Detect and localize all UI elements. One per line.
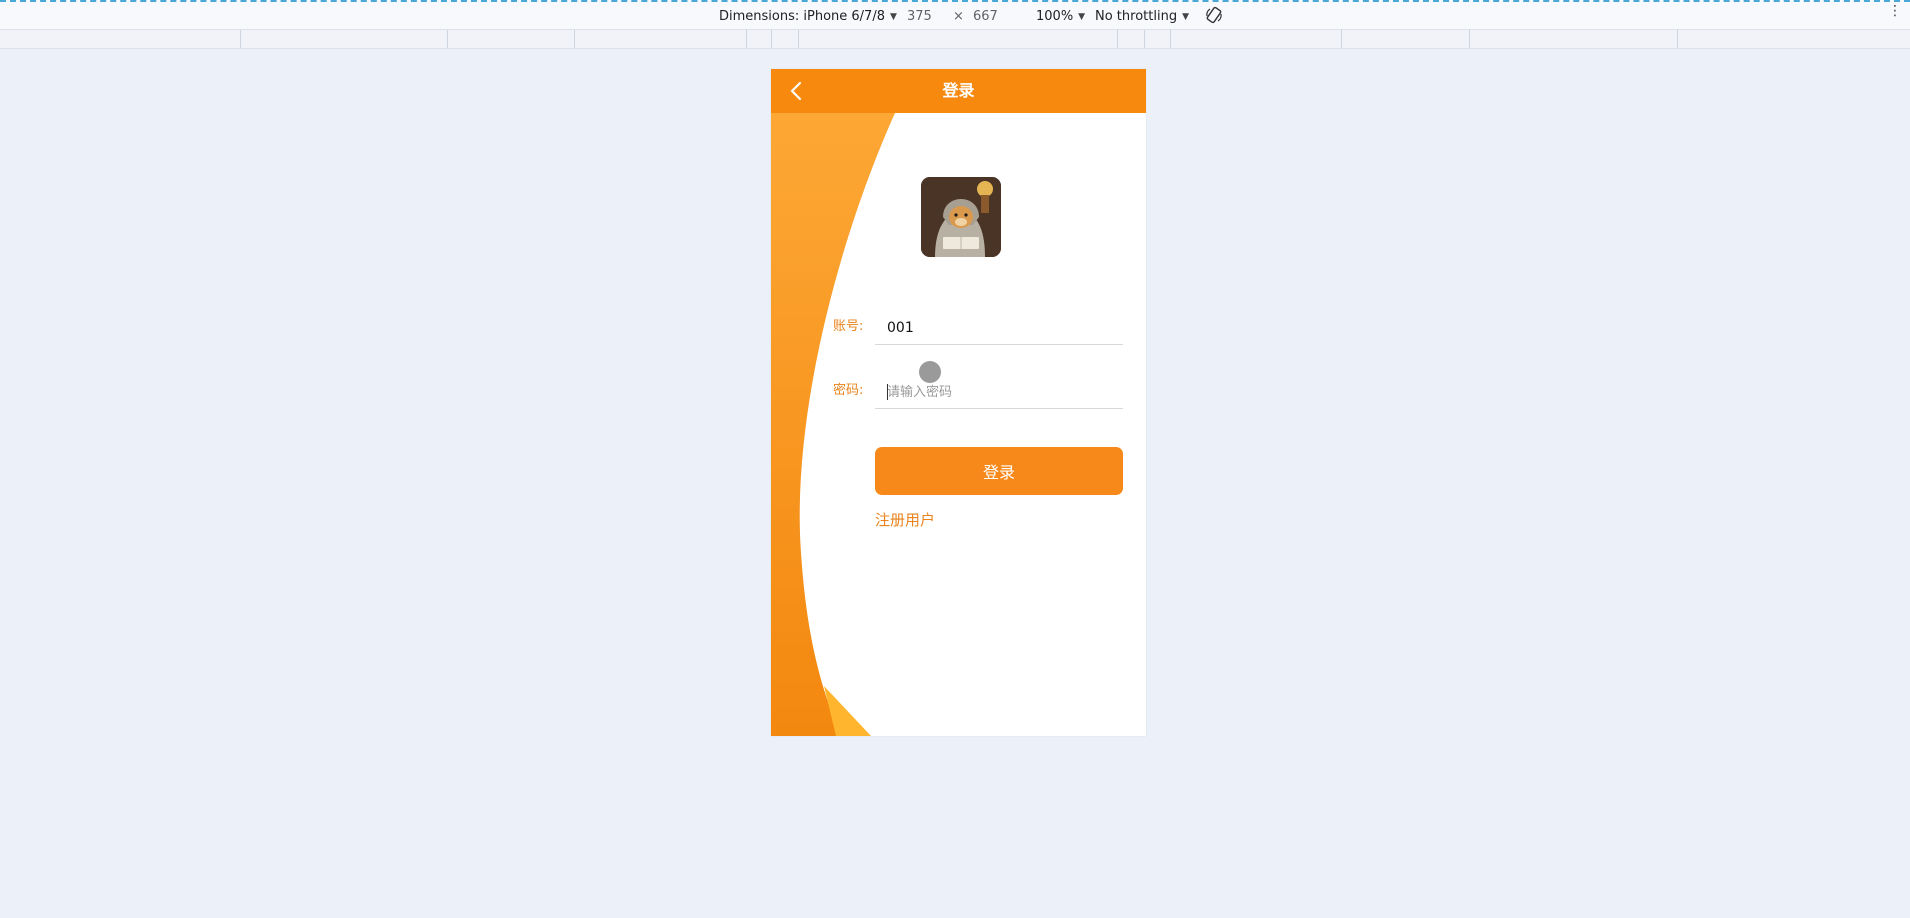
chevron-down-icon: ▼ <box>1182 11 1189 22</box>
device-label: Dimensions: iPhone 6/7/8 <box>719 9 885 24</box>
zoom-select[interactable]: 100% ▼ <box>1036 9 1085 24</box>
text-cursor <box>887 384 888 400</box>
height-input[interactable]: 667 <box>973 9 998 24</box>
touch-cursor-indicator <box>919 361 941 383</box>
device-select[interactable]: Dimensions: iPhone 6/7/8 ▼ <box>719 9 897 24</box>
width-input[interactable]: 375 <box>907 9 932 24</box>
chevron-down-icon: ▼ <box>1078 11 1086 22</box>
account-input[interactable] <box>875 311 1123 345</box>
rotate-icon[interactable] <box>1205 6 1223 24</box>
devtools-device-toolbar: Dimensions: iPhone 6/7/8 ▼ 375 × 667 100… <box>0 0 1910 29</box>
throttling-label: No throttling <box>1095 9 1178 24</box>
phone-viewport: 登录 账号: 密码: 登录 注册用户 <box>771 69 1146 736</box>
page-title: 登录 <box>942 81 975 100</box>
nav-bar: 登录 <box>771 69 1146 113</box>
media-query-ruler <box>0 29 1910 49</box>
chevron-down-icon: ▼ <box>889 11 897 22</box>
dog-reading-avatar-image <box>921 177 1001 257</box>
account-label: 账号: <box>833 319 864 334</box>
throttling-select[interactable]: No throttling ▼ <box>1095 9 1189 24</box>
more-vertical-icon[interactable]: ⋮ <box>1888 4 1902 18</box>
password-input[interactable] <box>875 375 1123 409</box>
dimension-separator: × <box>953 9 964 24</box>
password-label: 密码: <box>833 383 864 398</box>
zoom-label: 100% <box>1036 9 1074 24</box>
login-button[interactable]: 登录 <box>875 447 1123 495</box>
register-link[interactable]: 注册用户 <box>875 509 935 530</box>
avatar <box>921 177 1001 257</box>
